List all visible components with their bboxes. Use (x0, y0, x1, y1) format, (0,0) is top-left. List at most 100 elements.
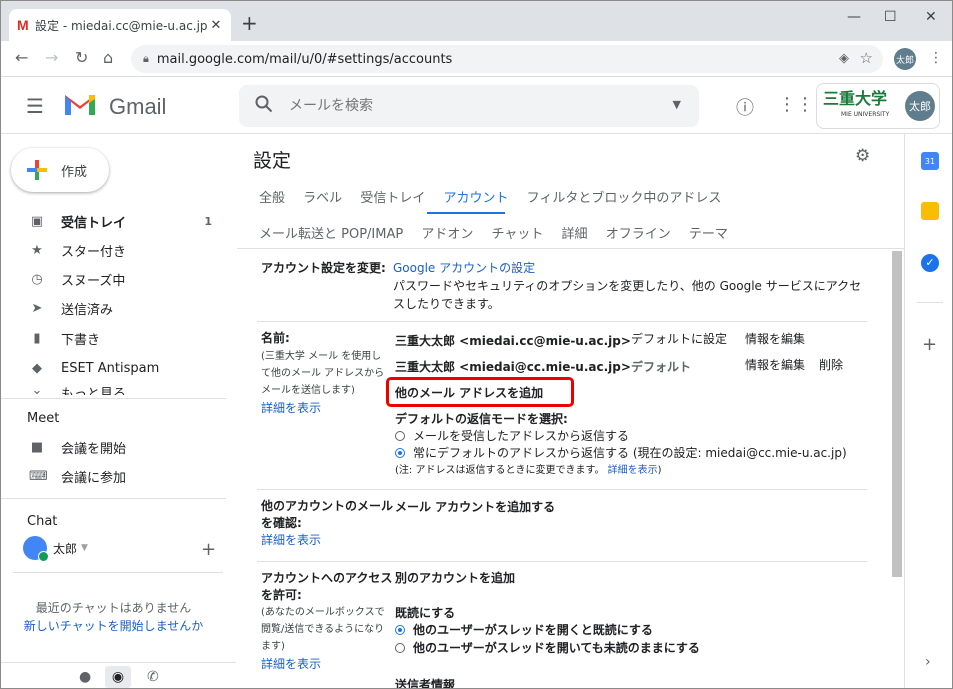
address-bar-row: ← → ↻ ⌂ 🔒︎ mail.google.com/mail/u/0/#set… (1, 41, 952, 77)
chevron-down-icon: ▼ (81, 543, 88, 553)
tab-themes[interactable]: テーマ (689, 227, 728, 242)
account-avatar[interactable]: 太郎 (905, 91, 935, 121)
read-option-2[interactable]: 他のユーザーがスレッドを開いても未読のままにする (395, 639, 700, 657)
gmail-logo-icon[interactable] (63, 91, 97, 117)
phone-icon[interactable]: ✆ (147, 669, 159, 685)
scrollbar-thumb[interactable] (892, 251, 902, 577)
add-addon-plus-icon[interactable]: + (922, 334, 937, 355)
back-arrow-icon[interactable]: ← (15, 50, 28, 66)
tab-close-icon[interactable]: ✕ (209, 18, 223, 33)
reply-option-1-radio[interactable] (395, 431, 405, 441)
tab-advanced[interactable]: 詳細 (562, 227, 588, 242)
settings-main: 設定 ⚙ 全般 ラベル 受信トレイ アカウント フィルタとブロック中のアドレス … (237, 134, 905, 688)
gear-icon[interactable]: ⚙ (855, 146, 870, 166)
reply-option-1[interactable]: メールを受信したアドレスから返信する (395, 427, 629, 445)
chat-user-status[interactable]: 太郎 ▼ (23, 536, 88, 562)
help-icon[interactable]: ⓘ (736, 94, 754, 120)
tab-inbox[interactable]: 受信トレイ (360, 191, 425, 206)
keep-icon[interactable] (921, 202, 939, 220)
name-row: 名前: (三重大学 メール を使用して他のメール アドレスからメールを送信します… (257, 324, 867, 490)
tab-general[interactable]: 全般 (259, 191, 285, 206)
sidebar-item-eset-antispam[interactable]: ◆ ESET Antispam (1, 354, 226, 383)
edit-info-link-1[interactable]: 情報を編集 (745, 330, 805, 348)
sidebar-bottom-bar: ● ◉ ✆ (1, 662, 236, 688)
org-logo-subtext: MIE UNIVERSITY (841, 111, 890, 118)
account-settings-desc: パスワードやセキュリティのオプションを変更したり、他の Google サービスに… (393, 279, 862, 311)
delete-link[interactable]: 削除 (819, 356, 843, 374)
search-options-dropdown-icon[interactable]: ▼ (673, 98, 681, 111)
browser-profile-avatar[interactable]: 太郎 (894, 48, 916, 70)
chevron-right-icon[interactable]: › (925, 654, 931, 670)
tab-forwarding[interactable]: メール転送と POP/IMAP (259, 227, 403, 242)
browser-menu-icon[interactable]: ⋮ (929, 50, 943, 66)
account-settings-row: アカウント設定を変更: Google アカウントの設定 パスワードやセキュリティ… (257, 256, 867, 322)
tab-filters[interactable]: フィルタとブロック中のアドレス (527, 191, 722, 206)
chat-section-title: Chat (27, 514, 58, 529)
tab-addons[interactable]: アドオン (421, 227, 473, 242)
sidebar-item-drafts[interactable]: ▮ 下書き (1, 324, 226, 353)
tab-labels[interactable]: ラベル (303, 191, 342, 206)
add-another-account-link[interactable]: 別のアカウントを追加 (395, 569, 515, 587)
tab-offline[interactable]: オフライン (606, 227, 671, 242)
no-chats-text: 最近のチャットはありません (35, 601, 192, 615)
bookmark-star-icon[interactable]: ☆ (860, 49, 873, 67)
omnibox[interactable]: 🔒︎ mail.google.com/mail/u/0/#settings/ac… (131, 45, 883, 73)
reload-icon[interactable]: ↻ (75, 50, 88, 66)
sidebar-item-sent[interactable]: ➤ 送信済み (1, 294, 226, 323)
forward-arrow-icon[interactable]: → (45, 50, 58, 66)
grant-access-more-link[interactable]: 詳細を表示 (261, 656, 321, 673)
name-more-link[interactable]: 詳細を表示 (261, 400, 321, 417)
eye-icon[interactable]: ◈ (839, 51, 849, 66)
sidebar-item-snoozed[interactable]: ◷ スヌーズ中 (1, 265, 226, 294)
maximize-button[interactable]: ☐ (884, 9, 897, 25)
read-option-1-radio[interactable] (395, 625, 405, 635)
make-default-link[interactable]: デフォルトに設定 (631, 330, 727, 348)
grant-access-label: アカウントへのアクセスを許可: (261, 571, 393, 602)
check-mail-row: 他のアカウントのメールを確認: 詳細を表示 メール アカウントを追加する (257, 492, 867, 562)
sidebar-item-label: ESET Antispam (61, 361, 160, 376)
sidebar-item-label: スター付き (61, 245, 127, 260)
tab-title: 設定 - miedai.cc@mie-u.ac.jp - 三 (35, 18, 209, 33)
sidebar-item-inbox[interactable]: ▣ 受信トレイ 1 (1, 207, 226, 236)
organization-account-badge[interactable]: 三重大学 MIE UNIVERSITY 太郎 (816, 83, 940, 129)
divider (1, 498, 226, 499)
sidebar-item-starred[interactable]: ★ スター付き (1, 236, 226, 265)
minimize-button[interactable]: — (847, 9, 861, 25)
divider (13, 572, 223, 573)
sidebar-item-more[interactable]: ⌄ もっと見る (1, 383, 226, 395)
gmail-favicon-icon: M (17, 17, 29, 33)
add-mail-account-link[interactable]: メール アカウントを追加する (395, 498, 555, 516)
new-chat-plus-icon[interactable]: + (201, 539, 216, 560)
search-box[interactable]: ▼ (239, 85, 699, 127)
edit-info-link-2[interactable]: 情報を編集 (745, 356, 805, 374)
sidebar-item-label: もっと見る (61, 387, 127, 395)
new-tab-button[interactable]: + (241, 13, 258, 33)
contacts-icon[interactable]: ● (79, 669, 91, 685)
label-icon: ◆ (32, 361, 42, 376)
search-icon[interactable] (255, 95, 273, 113)
chat-avatar (23, 536, 49, 562)
start-new-chat-link[interactable]: 新しいチャットを開始しませんか (1, 617, 226, 634)
read-option-1[interactable]: 他のユーザーがスレッドを開くと既読にする (395, 621, 653, 639)
home-icon[interactable]: ⌂ (103, 50, 113, 66)
window-close-button[interactable]: ✕ (925, 9, 937, 25)
chat-bubble-icon[interactable]: ◉ (105, 666, 131, 688)
tab-accounts[interactable]: アカウント (443, 191, 508, 206)
check-mail-more-link[interactable]: 詳細を表示 (261, 532, 321, 549)
tab-chat[interactable]: チャット (492, 227, 544, 242)
compose-button[interactable]: 作成 (11, 148, 109, 192)
meet-start-meeting[interactable]: ■ 会議を開始 (1, 433, 226, 462)
google-account-settings-link[interactable]: Google アカウントの設定 (393, 261, 535, 275)
compose-plus-icon (27, 160, 47, 180)
main-menu-icon[interactable]: ☰ (26, 94, 44, 118)
reply-option-2[interactable]: 常にデフォルトのアドレスから返信する (現在の設定: miedai@cc.mie… (395, 444, 847, 462)
reply-note-link[interactable]: 詳細を表示 (608, 465, 658, 476)
browser-tab[interactable]: M 設定 - miedai.cc@mie-u.ac.jp - 三 ✕ (9, 9, 231, 41)
search-input[interactable] (289, 95, 649, 117)
tasks-icon[interactable]: ✓ (921, 254, 939, 272)
read-option-2-radio[interactable] (395, 643, 405, 653)
calendar-icon[interactable]: 31 (921, 152, 939, 170)
apps-grid-icon[interactable]: ⋮⋮ (778, 94, 814, 115)
meet-join-meeting[interactable]: ⌨ 会議に参加 (1, 462, 226, 491)
reply-option-2-radio[interactable] (395, 448, 405, 458)
